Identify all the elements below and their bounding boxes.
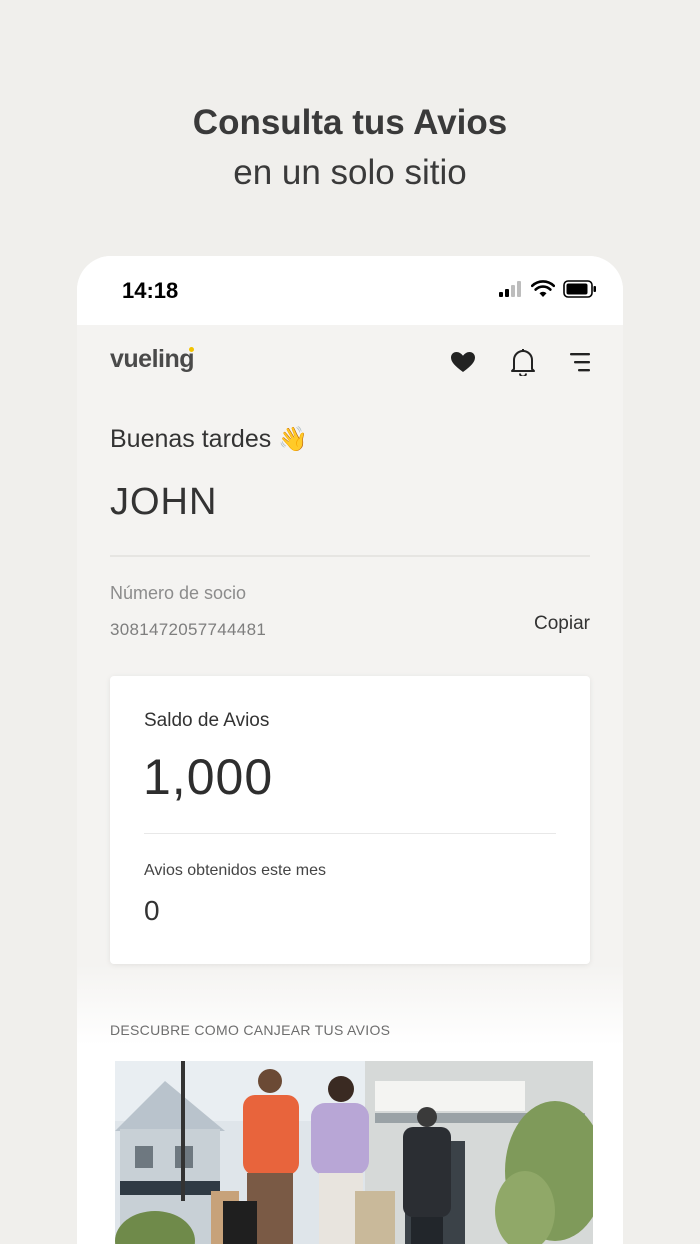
photo-illustration	[115, 1061, 593, 1244]
member-number-label: Número de socio	[110, 583, 247, 603]
user-name: JOHN	[110, 481, 218, 523]
greeting: Buenas tardes 👋	[110, 425, 308, 454]
app-content: vueling Buenas tardes 👋 JOHN Número de s…	[77, 325, 623, 1244]
balance-value: 1,000	[143, 749, 274, 805]
wifi-icon	[531, 280, 555, 297]
discover-section-title: DESCUBRE COMO CANJEAR TUS AVIOS	[110, 1022, 391, 1038]
shopping-village-photo[interactable]	[115, 1061, 593, 1244]
month-avios-label: Avios obtenidos este mes	[144, 862, 327, 879]
logo-accent-dot	[189, 347, 194, 352]
heart-icon[interactable]	[448, 347, 478, 377]
battery-icon	[563, 280, 596, 298]
bell-icon[interactable]	[508, 347, 538, 377]
avios-balance-card: Saldo de Avios 1,000 Avios obtenidos est…	[110, 676, 590, 964]
vueling-logo[interactable]: vueling	[110, 345, 195, 374]
month-avios-value: 0	[144, 895, 160, 926]
balance-label: Saldo de Avios	[144, 710, 270, 731]
top-nav: vueling	[77, 325, 623, 401]
copy-button[interactable]: Copiar	[534, 613, 590, 635]
phone-frame: 14:18 vueling Buenas tardes 👋 JOHN Númer…	[77, 256, 623, 1244]
status-time: 14:18	[122, 278, 179, 303]
promo-headline: Consulta tus Avios en un solo sitio	[0, 98, 700, 198]
wave-emoji: 👋	[278, 426, 309, 453]
headline-line-2: en un solo sitio	[233, 153, 467, 192]
status-bar: 14:18	[77, 256, 623, 325]
member-number: 3081472057744481	[110, 620, 267, 639]
divider	[110, 555, 590, 557]
status-icons	[499, 280, 597, 298]
greeting-text: Buenas tardes	[110, 425, 272, 453]
headline-line-1: Consulta tus Avios	[192, 103, 508, 142]
card-divider	[144, 833, 556, 834]
menu-icon[interactable]	[565, 347, 595, 377]
signal-icon	[499, 281, 521, 297]
